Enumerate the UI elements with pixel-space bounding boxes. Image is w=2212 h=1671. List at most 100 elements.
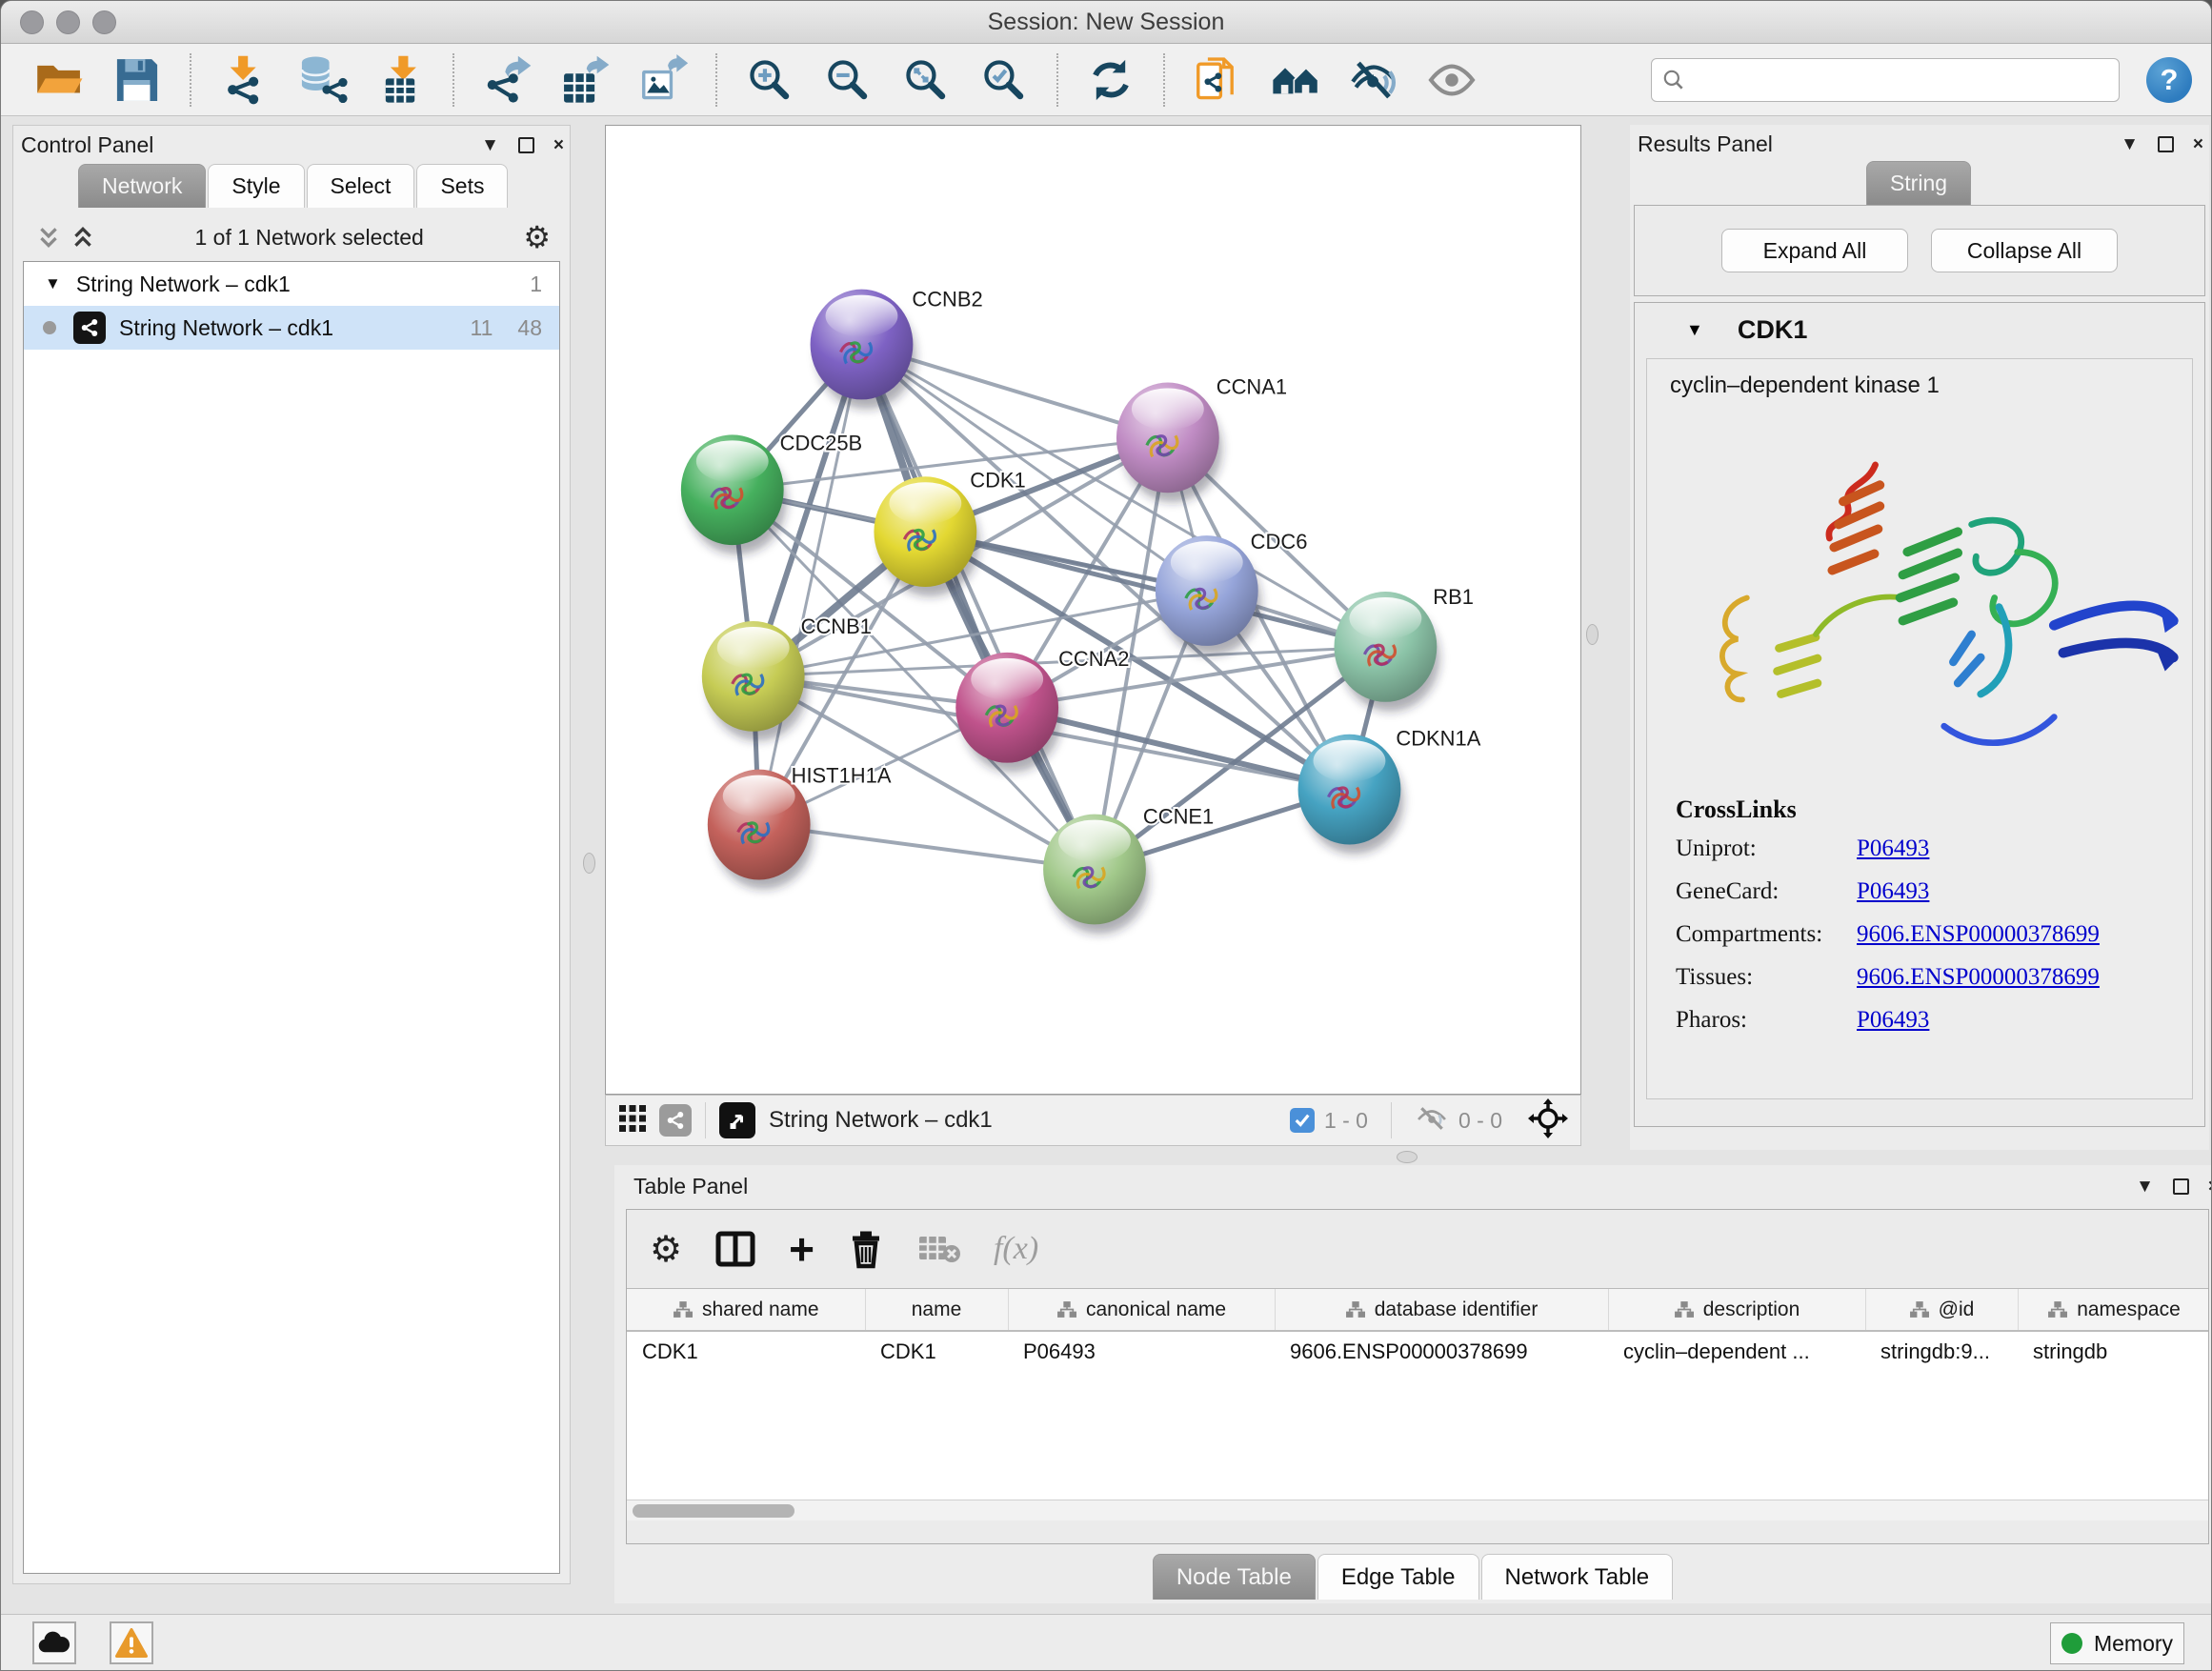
crosslink-link[interactable]: P06493 [1857, 878, 1929, 905]
splitter-handle[interactable] [1586, 624, 1599, 645]
network-canvas[interactable]: CCNB2CCNA1CDC25BCDK1CDC6RB1CCNB1CCNA2CDK… [605, 125, 1581, 1095]
help-button[interactable]: ? [2146, 57, 2192, 103]
network-collection-row[interactable]: ▼ String Network – cdk1 1 [24, 262, 559, 306]
chevron-double-up-icon[interactable] [70, 225, 95, 250]
network-node-RB1[interactable] [1335, 592, 1440, 712]
table-cell[interactable]: P06493 [1008, 1331, 1275, 1371]
export-image-file-button[interactable] [630, 50, 696, 110]
collapse-triangle-icon[interactable]: ▼ [1686, 320, 1703, 340]
column-header-name[interactable]: name [865, 1289, 1008, 1331]
table-cell[interactable]: CDK1 [627, 1331, 865, 1371]
show-all-button[interactable] [1418, 50, 1485, 110]
import-network-database-button[interactable] [289, 50, 355, 110]
import-network-file-button[interactable] [211, 50, 277, 110]
refresh-button[interactable] [1077, 50, 1144, 110]
tab-string[interactable]: String [1866, 161, 1971, 205]
network-node-CDKN1A[interactable] [1298, 735, 1404, 855]
delete-table-icon[interactable] [917, 1233, 961, 1265]
tab-style[interactable]: Style [208, 164, 304, 208]
tree-icon [2047, 1300, 2067, 1319]
tab-sets[interactable]: Sets [416, 164, 508, 208]
columns-icon[interactable] [714, 1229, 756, 1269]
scrollbar-thumb[interactable] [633, 1504, 794, 1518]
gear-icon[interactable]: ⚙ [650, 1228, 682, 1271]
birdseye-icon[interactable] [719, 1102, 755, 1138]
first-neighbors-button[interactable] [1262, 50, 1329, 110]
column-header-namespace[interactable]: namespace [2018, 1289, 2208, 1331]
network-node-CDC25B[interactable] [681, 434, 787, 554]
export-network-file-button[interactable] [473, 50, 540, 110]
splitter-handle[interactable] [1397, 1151, 1418, 1163]
protein-card-header[interactable]: ▼ CDK1 [1635, 303, 2204, 356]
plus-icon[interactable]: + [789, 1232, 814, 1267]
zoom-fit-button[interactable] [893, 50, 959, 110]
crosslink-link[interactable]: P06493 [1857, 836, 1929, 862]
panel-menu-icon[interactable]: ▼ [2136, 1178, 2154, 1196]
table-cell[interactable]: cyclin–dependent ... [1608, 1331, 1865, 1371]
zoom-out-button[interactable] [814, 50, 881, 110]
crosslink-link[interactable]: P06493 [1857, 1007, 1929, 1034]
tab-select[interactable]: Select [307, 164, 415, 208]
network-node-CCNB2[interactable] [811, 290, 916, 410]
hide-selected-button[interactable] [1340, 50, 1407, 110]
warning-button[interactable] [110, 1621, 153, 1664]
open-session-button[interactable] [26, 50, 92, 110]
panel-menu-icon[interactable]: ▼ [2121, 135, 2139, 153]
network-row[interactable]: String Network – cdk1 11 48 [24, 306, 559, 350]
float-panel-icon[interactable] [518, 137, 534, 153]
memory-button[interactable]: Memory [2050, 1622, 2184, 1664]
network-edge-CCNB2-CCNE1[interactable] [861, 345, 1095, 870]
network-node-CDC6[interactable] [1156, 535, 1261, 655]
expand-all-button[interactable]: Expand All [1721, 229, 1908, 272]
search-input[interactable] [1694, 68, 2109, 92]
float-panel-icon[interactable] [2173, 1178, 2189, 1195]
node-table[interactable]: shared namenamecanonical namedatabase id… [627, 1288, 2208, 1500]
crosslink-link[interactable]: 9606.ENSP00000378699 [1857, 921, 2100, 948]
panel-menu-icon[interactable]: ▼ [481, 136, 499, 154]
horizontal-scrollbar[interactable] [627, 1500, 2208, 1520]
save-session-button[interactable] [104, 50, 171, 110]
column-header-canonical-name[interactable]: canonical name [1008, 1289, 1275, 1331]
table-cell[interactable]: stringdb:9... [1865, 1331, 2018, 1371]
chevron-double-down-icon[interactable] [36, 225, 61, 250]
network-node-CCNA2[interactable] [955, 653, 1061, 773]
tab-edge-table[interactable]: Edge Table [1317, 1554, 1479, 1600]
column-header-database-identifier[interactable]: database identifier [1275, 1289, 1608, 1331]
cloud-button[interactable] [32, 1621, 76, 1664]
network-node-CDK1[interactable] [874, 476, 979, 596]
column-header-id[interactable]: @id [1865, 1289, 2018, 1331]
collapse-all-button[interactable]: Collapse All [1931, 229, 2118, 272]
column-header-description[interactable]: description [1608, 1289, 1865, 1331]
trash-icon[interactable] [847, 1228, 885, 1270]
table-cell[interactable]: CDK1 [865, 1331, 1008, 1371]
import-table-file-button[interactable] [367, 50, 433, 110]
collapse-triangle-icon[interactable]: ▼ [45, 274, 61, 293]
crosslink-link[interactable]: 9606.ENSP00000378699 [1857, 964, 2100, 991]
search-box[interactable] [1651, 58, 2120, 102]
table-cell[interactable]: stringdb [2018, 1331, 2208, 1371]
tab-network[interactable]: Network [78, 164, 206, 208]
tab-node-table[interactable]: Node Table [1153, 1554, 1316, 1600]
duplicate-network-button[interactable] [1184, 50, 1251, 110]
selected-checkbox-icon[interactable] [1290, 1108, 1315, 1133]
table-row[interactable]: CDK1CDK1P064939606.ENSP00000378699cyclin… [627, 1331, 2208, 1371]
column-header-shared-name[interactable]: shared name [627, 1289, 865, 1331]
grid-icon[interactable] [617, 1103, 648, 1138]
function-icon[interactable]: f(x) [994, 1231, 1038, 1267]
share-icon[interactable] [659, 1104, 692, 1137]
tab-network-table[interactable]: Network Table [1481, 1554, 1674, 1600]
network-node-CCNE1[interactable] [1043, 815, 1149, 935]
close-panel-icon[interactable]: × [553, 136, 564, 154]
network-node-CCNA1[interactable] [1116, 382, 1222, 502]
float-panel-icon[interactable] [2158, 136, 2174, 152]
table-cell[interactable]: 9606.ENSP00000378699 [1275, 1331, 1608, 1371]
zoom-in-button[interactable] [736, 50, 803, 110]
close-panel-icon[interactable]: × [2193, 135, 2203, 153]
close-panel-icon[interactable]: × [2208, 1178, 2212, 1196]
export-table-file-button[interactable] [552, 50, 618, 110]
splitter-handle[interactable] [583, 853, 595, 874]
network-edge-CCNB2-HIST1H1A[interactable] [759, 345, 862, 825]
gear-icon[interactable]: ⚙ [523, 219, 551, 255]
crosshair-icon[interactable] [1527, 1097, 1569, 1144]
zoom-selected-button[interactable] [971, 50, 1037, 110]
